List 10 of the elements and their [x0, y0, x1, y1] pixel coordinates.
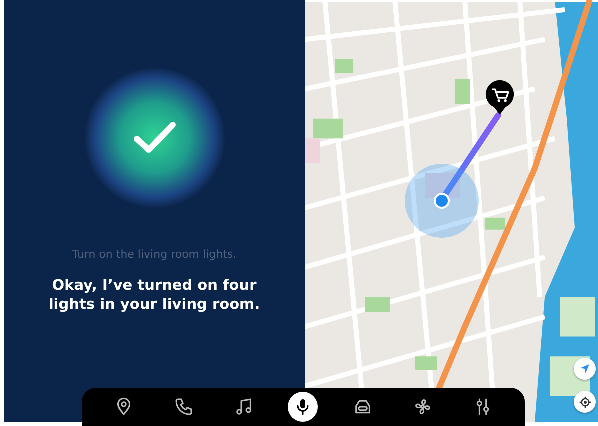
response-text: Okay, I’ve turned on four lights in your living room. — [48, 277, 262, 315]
request-text: Turn on the living room lights. — [72, 248, 237, 261]
microphone-button[interactable] — [288, 392, 318, 422]
checkmark-icon — [132, 121, 176, 155]
music-icon — [234, 397, 254, 417]
cart-pin-icon[interactable] — [485, 80, 515, 116]
navigation-arrow-icon — [579, 363, 591, 375]
fan-icon — [413, 397, 434, 417]
phone-icon — [174, 397, 194, 417]
crosshair-icon — [578, 396, 592, 408]
